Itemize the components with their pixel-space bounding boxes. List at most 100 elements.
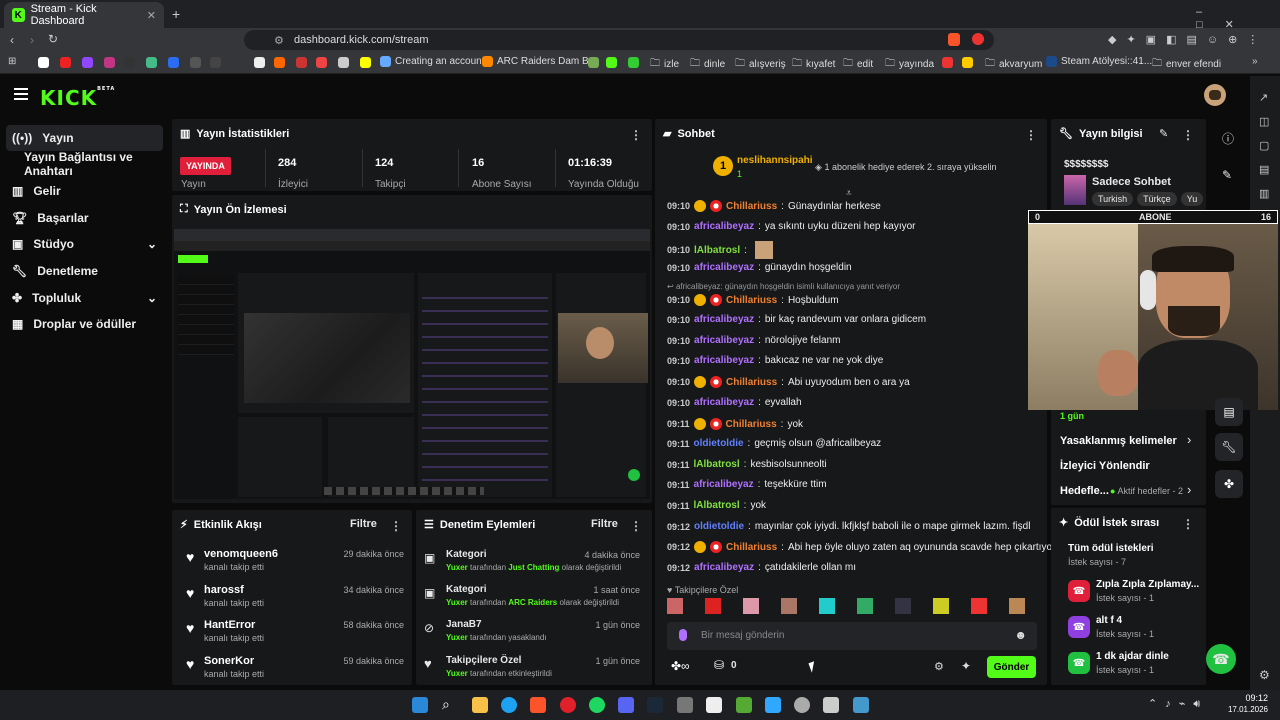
more-bookmarks-icon[interactable]: » <box>1252 56 1258 67</box>
avatar[interactable] <box>1204 84 1226 106</box>
bookmark-icon[interactable] <box>360 57 371 68</box>
chat-username[interactable]: africalibeyaz <box>694 262 754 273</box>
chat-username[interactable]: africalibeyaz <box>694 314 754 325</box>
bookmark-folder-alisveris[interactable]: 🗀 alışveriş <box>735 56 786 73</box>
bookmark-icon[interactable] <box>628 57 639 68</box>
app-icon[interactable] <box>823 697 839 713</box>
hamburger-menu-icon[interactable] <box>14 88 28 100</box>
edge-icon[interactable] <box>501 697 517 713</box>
kick-bot-icon[interactable]: ✦ <box>961 659 971 673</box>
bookmark-icon[interactable] <box>254 57 265 68</box>
back-icon[interactable]: ‹ <box>10 33 14 47</box>
sidebar-item-stream-key[interactable]: Yayın Bağlantısı ve Anahtarı <box>6 150 171 178</box>
raid-link[interactable]: İzleyici Yönlendir <box>1060 460 1150 472</box>
reward-name[interactable]: alt f 4 <box>1096 615 1122 626</box>
chat-username[interactable]: lAlbatrosl <box>694 245 740 256</box>
sidebar-item-droplar[interactable]: ▦ Droplar ve ödüller <box>6 311 163 337</box>
chevron-right-icon[interactable]: › <box>1187 432 1191 447</box>
activity-filter-button[interactable]: Filtre <box>350 518 377 530</box>
app-icon[interactable] <box>736 697 752 713</box>
bookmark-icon[interactable] <box>316 57 327 68</box>
more-options-icon[interactable]: ⋮ <box>390 519 402 533</box>
bookmark-icon[interactable] <box>338 57 349 68</box>
photoshop-icon[interactable] <box>765 697 781 713</box>
chat-username[interactable]: Chillariuss <box>726 295 777 306</box>
bookmark-icon[interactable] <box>190 57 201 68</box>
edit-icon[interactable]: ✎ <box>1222 168 1232 182</box>
chat-username[interactable]: africalibeyaz <box>694 355 754 366</box>
close-tab-icon[interactable]: ✕ <box>147 9 156 22</box>
chat-username[interactable]: africalibeyaz <box>694 335 754 346</box>
sidebar-item-topluluk[interactable]: ✤ Topluluk ⌄ <box>6 285 163 311</box>
chevron-right-icon[interactable]: › <box>1187 482 1191 497</box>
sidebar-item-denetleme[interactable]: 🔧︎ Denetleme <box>6 258 163 284</box>
bookmark-icon[interactable] <box>274 57 285 68</box>
chat-username[interactable]: lAlbatrosl <box>694 500 740 511</box>
emoji-icon[interactable]: ☻ <box>1014 628 1027 642</box>
more-options-icon[interactable]: ⋮ <box>630 519 642 533</box>
bookmark-folder-yayinda[interactable]: 🗀 yayında <box>885 56 934 73</box>
bookmark-folder-kiyafet[interactable]: 🗀 kıyafet <box>792 56 835 73</box>
bookmark-icon[interactable] <box>296 57 307 68</box>
bookmark-folder-enver-efendi[interactable]: 🗀 enver efendi <box>1152 56 1221 73</box>
bookmark-folder-dinle[interactable]: 🗀 dinle <box>690 56 725 73</box>
channel-points-icon[interactable]: ✤∞ <box>671 659 690 673</box>
app-icon[interactable] <box>706 697 722 713</box>
goals-link[interactable]: Hedefle... <box>1060 485 1109 497</box>
opera-icon[interactable] <box>560 697 576 713</box>
support-chat-icon[interactable]: ☎ <box>1206 644 1236 674</box>
pinned-user[interactable]: neslihannsipahi <box>737 155 813 166</box>
new-tab-icon[interactable]: + <box>172 6 180 22</box>
reward-name[interactable]: Zıpla Zıpla Zıplamay... <box>1096 579 1199 590</box>
spotify-icon[interactable] <box>589 697 605 713</box>
bookmark-folder-edit[interactable]: 🗀 edit <box>843 56 873 73</box>
tool-community-button[interactable]: ✤ <box>1215 470 1243 498</box>
chat-username[interactable]: oldietoldie <box>694 521 744 532</box>
send-button[interactable]: Gönder <box>987 656 1036 678</box>
emote-bar[interactable] <box>667 598 1037 618</box>
bookmark-creating-account[interactable]: Creating an account... <box>380 56 493 67</box>
chat-username[interactable]: africalibeyaz <box>694 562 754 573</box>
start-icon[interactable] <box>412 697 428 713</box>
sidebar-item-gelir[interactable]: ▥ Gelir <box>6 178 163 204</box>
scroll-down-icon[interactable]: ⩡ <box>846 188 852 199</box>
apps-grid-icon[interactable]: ⊞ <box>8 56 16 67</box>
bookmark-google-icon[interactable] <box>38 57 49 68</box>
bookmark-youtube-icon[interactable] <box>60 57 71 68</box>
search-icon[interactable]: ⌕ <box>442 696 450 713</box>
bookmark-kick-icon[interactable] <box>606 57 617 68</box>
kick-logo[interactable]: KICKBETA <box>40 86 115 110</box>
calculator-icon[interactable] <box>677 697 693 713</box>
chat-username[interactable]: Chillariuss <box>726 201 777 212</box>
sidebar-item-studyo[interactable]: ▣ Stüdyo ⌄ <box>6 231 163 257</box>
more-options-icon[interactable]: ⋮ <box>1182 128 1194 142</box>
stream-preview-video[interactable] <box>174 229 650 499</box>
chat-username[interactable]: africalibeyaz <box>694 397 754 408</box>
chat-username[interactable]: Chillariuss <box>726 419 777 430</box>
reload-icon[interactable]: ↻ <box>48 32 58 46</box>
reward-name[interactable]: 1 dk ajdar dinle <box>1096 651 1169 662</box>
info-icon[interactable]: ⓘ <box>1222 130 1234 147</box>
settings-gear-icon[interactable]: ⚙ <box>1259 668 1270 682</box>
chat-username[interactable]: Chillariuss <box>726 377 777 388</box>
brave-rewards-icon[interactable] <box>972 33 984 45</box>
more-options-icon[interactable]: ⋮ <box>630 128 642 142</box>
extension-icons[interactable]: ◆✦▣◧▤☺⊕⋮ <box>1108 33 1268 46</box>
tool-wrench-button[interactable]: 🔧︎ <box>1215 433 1243 461</box>
all-rewards-link[interactable]: Tüm ödül istekleri <box>1068 543 1154 554</box>
bookmark-icon[interactable] <box>962 57 973 68</box>
bookmark-github-icon[interactable] <box>124 57 135 68</box>
chat-settings-icon[interactable]: ⚙ <box>934 660 944 673</box>
site-info-icon[interactable]: ⚙ <box>274 34 284 47</box>
bookmark-folder-izle[interactable]: 🗀 izle <box>650 56 679 73</box>
bookmark-icon[interactable] <box>146 57 157 68</box>
sidebar-item-basarilar[interactable]: 🏆︎ Başarılar <box>6 205 163 231</box>
obs-icon[interactable] <box>794 697 810 713</box>
moderation-filter-button[interactable]: Filtre <box>591 518 618 530</box>
bookmark-icon[interactable] <box>588 57 599 68</box>
chat-input[interactable]: Bir mesaj gönderin ☻ <box>667 622 1037 650</box>
file-explorer-icon[interactable] <box>472 697 488 713</box>
bookmark-icon[interactable] <box>210 57 221 68</box>
sidebar-item-yayin[interactable]: ((•)) Yayın <box>6 125 163 151</box>
more-options-icon[interactable]: ⋮ <box>1025 128 1037 142</box>
